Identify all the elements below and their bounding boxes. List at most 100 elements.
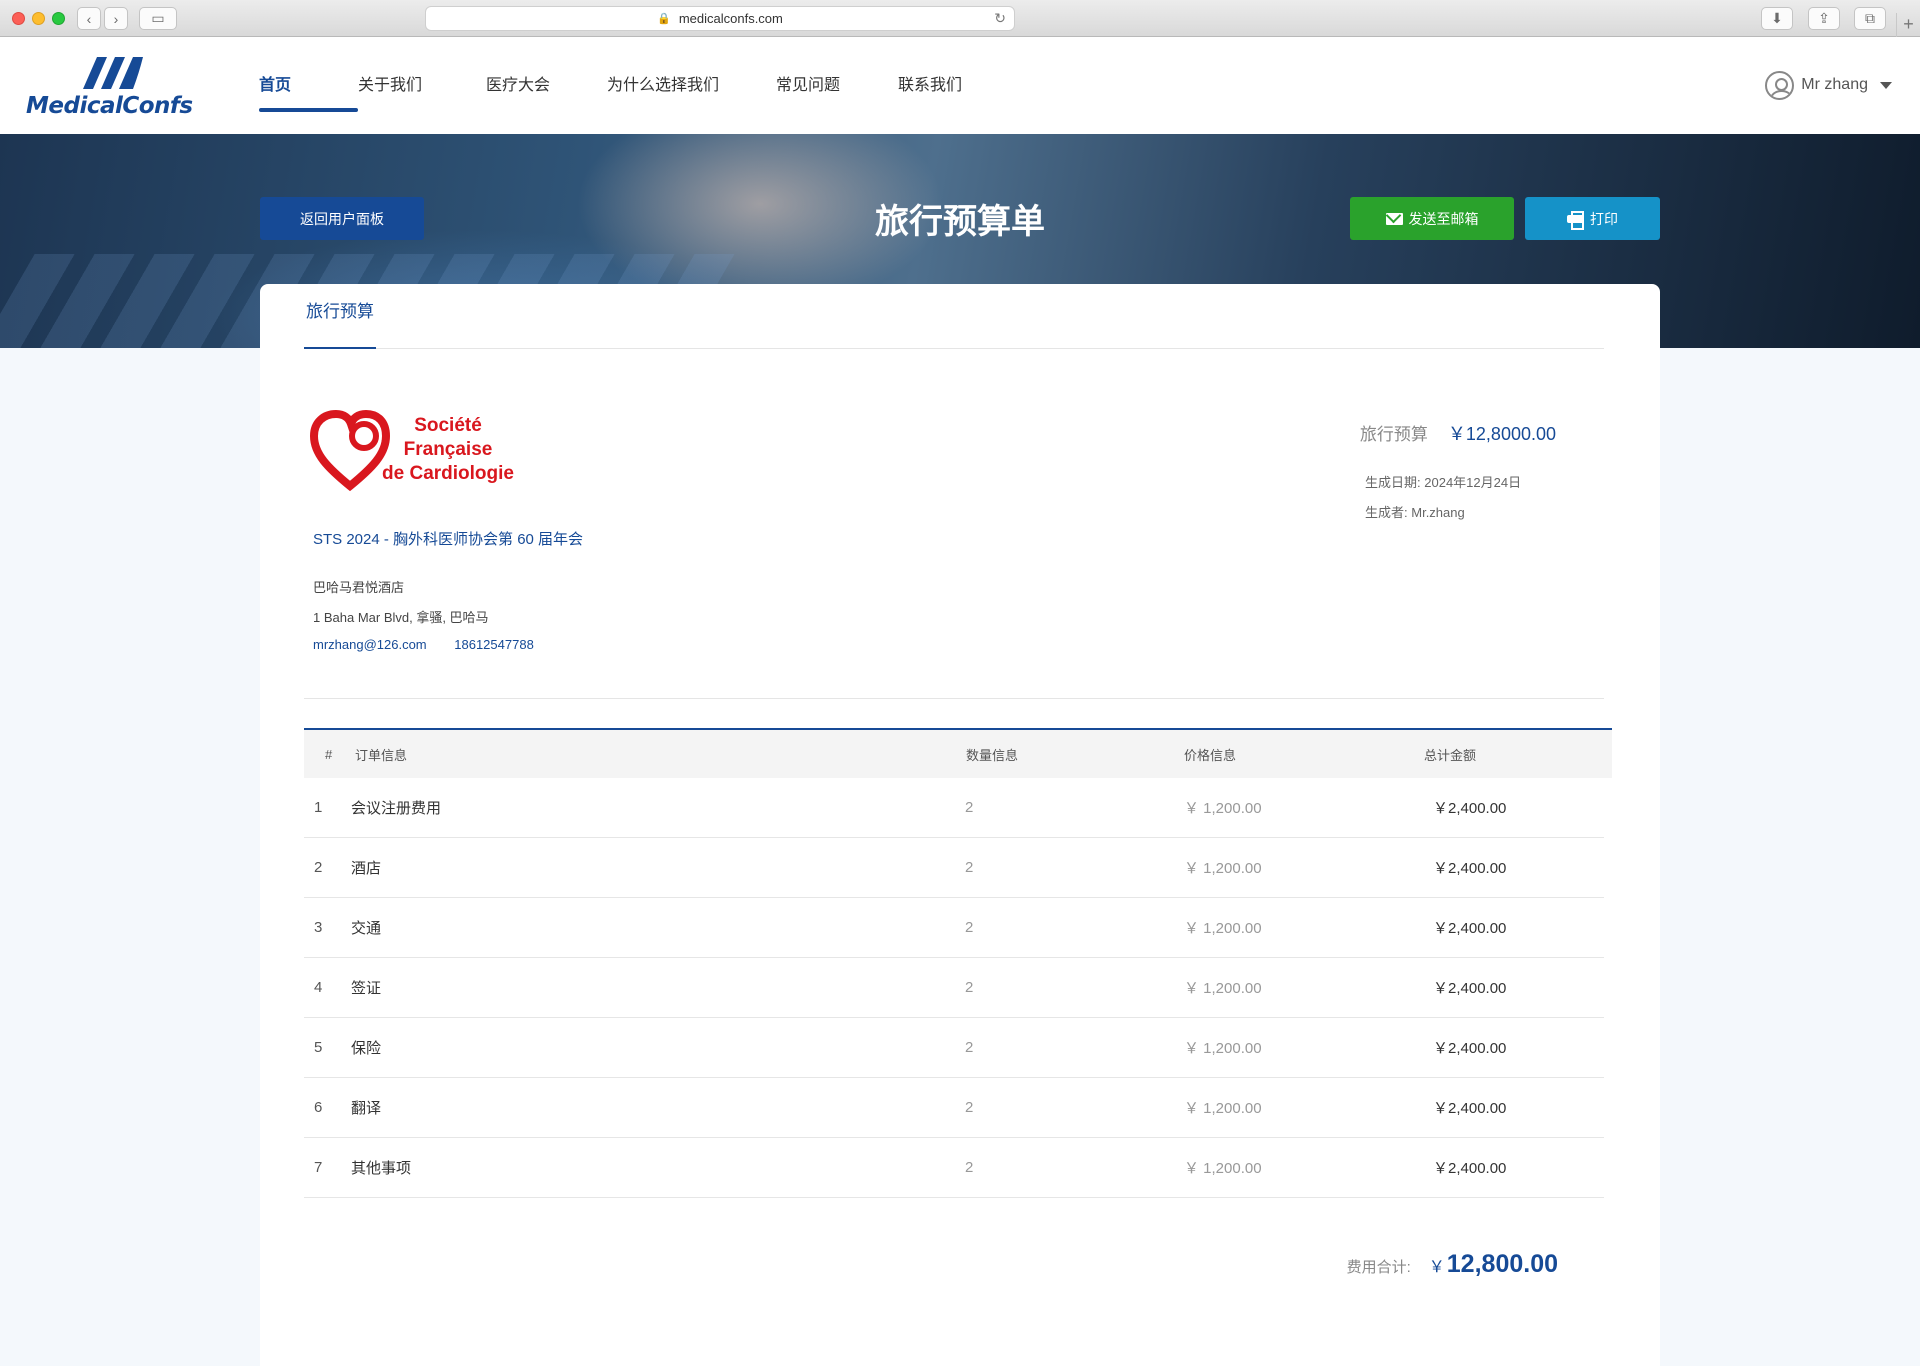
table-row: 1 会议注册费用 2 ￥ 1,200.00 ￥2,400.00 [304,778,1604,838]
row-num: 7 [314,1159,323,1176]
table-row: 5 保险 2 ￥ 1,200.00 ￥2,400.00 [304,1018,1604,1078]
row-total: ￥2,400.00 [1433,980,1507,997]
table-header: # 订单信息 数量信息 价格信息 总计金额 [304,728,1612,778]
back-nav-button[interactable]: ‹ [77,7,101,30]
organizer-name-line-3: de Cardiologie [382,463,514,484]
grand-total: 费用合计: ￥ 12,800.00 [1347,1250,1558,1279]
row-total: ￥2,400.00 [1433,1100,1507,1117]
row-total: ￥2,400.00 [1433,1040,1507,1057]
row-name: 酒店 [351,860,382,877]
share-icon: ⇪ [1818,10,1830,26]
user-avatar-icon [1765,70,1795,100]
generated-by-label: 生成者: [1365,505,1408,520]
grand-total-label: 费用合计: [1346,1259,1411,1276]
new-tab-button[interactable]: + [1896,13,1920,37]
row-price: ￥ 1,200.00 [1184,1040,1262,1057]
budget-card: 旅行预算 Société Française de Cardiologie ST… [260,284,1660,1366]
downloads-button[interactable]: ⬇ [1761,7,1793,30]
site-logo[interactable]: MedicalConfs [26,53,201,123]
nav-item-why-us[interactable]: 为什么选择我们 [607,37,776,134]
hotel-address: 1 Baha Mar Blvd, 拿骚, 巴哈马 [313,610,489,625]
plus-icon: + [1903,14,1914,34]
maximize-window-button[interactable] [52,12,65,25]
download-icon: ⬇ [1771,10,1783,26]
row-qty: 2 [965,1159,974,1176]
row-qty: 2 [965,1099,974,1116]
row-total: ￥2,400.00 [1433,920,1507,937]
reload-icon[interactable]: ↻ [994,10,1006,27]
header-qty: 数量信息 [966,747,1019,763]
envelope-icon [1385,212,1403,225]
row-num: 3 [314,919,323,936]
row-name: 保险 [351,1040,382,1057]
nav-item-contact[interactable]: 联系我们 [898,37,998,134]
tab-travel-budget[interactable]: 旅行预算 [304,284,376,349]
sidebar-toggle-button[interactable]: ▭ [139,7,177,30]
organizer-name-line-1: Société [414,415,482,436]
chevron-down-icon [1880,81,1892,89]
table-row: 7 其他事项 2 ￥ 1,200.00 ￥2,400.00 [304,1138,1604,1198]
send-to-email-button[interactable]: 发送至邮箱 [1350,197,1514,240]
header-name: 订单信息 [355,747,408,763]
row-qty: 2 [965,919,974,936]
budget-value: ￥12,8000.00 [1447,424,1556,444]
row-num: 5 [314,1039,323,1056]
row-price: ￥ 1,200.00 [1184,800,1262,817]
row-total: ￥2,400.00 [1433,860,1507,877]
row-name: 交通 [351,920,382,937]
organizer-name: Société Française de Cardiologie [368,414,528,486]
chevron-left-icon: ‹ [86,10,92,27]
organizer-name-line-2: Française [403,439,493,460]
table-row: 3 交通 2 ￥ 1,200.00 ￥2,400.00 [304,898,1604,958]
row-num: 2 [314,859,323,876]
grand-total-currency: ￥ [1428,1259,1445,1276]
generated-date: 生成日期: 2024年12月24日 [1365,472,1521,491]
printer-icon [1567,211,1584,230]
close-window-button[interactable] [12,12,25,25]
row-num: 6 [314,1099,323,1116]
send-to-email-label: 发送至邮箱 [1408,210,1479,227]
row-price: ￥ 1,200.00 [1184,860,1262,877]
row-qty: 2 [965,859,974,876]
header-num: # [325,746,333,762]
chevron-right-icon: › [113,10,119,27]
header-price: 价格信息 [1184,747,1237,763]
row-name: 会议注册费用 [351,800,442,817]
brand-mark-icon [83,57,143,89]
brand-name: MedicalConfs [26,93,193,119]
nav-item-faq[interactable]: 常见问题 [776,37,898,134]
table-row: 2 酒店 2 ￥ 1,200.00 ￥2,400.00 [304,838,1604,898]
forward-nav-button[interactable]: › [104,7,128,30]
share-button[interactable]: ⇪ [1808,7,1840,30]
contact-email[interactable]: mrzhang@126.com [313,637,427,652]
row-name: 签证 [351,980,382,997]
row-qty: 2 [965,1039,974,1056]
main-nav: 首页 关于我们 医疗大会 为什么选择我们 常见问题 联系我们 [259,37,998,134]
row-num: 4 [314,979,323,996]
address-bar[interactable]: 🔒 medicalconfs.com ↻ [425,6,1015,31]
row-price: ￥ 1,200.00 [1184,920,1262,937]
user-name: Mr zhang [1801,76,1868,93]
tabs-overview-button[interactable]: ⧉ [1854,7,1886,30]
budget-table: # 订单信息 数量信息 价格信息 总计金额 1 会议注册费用 2 ￥ 1,200… [304,728,1612,1198]
row-qty: 2 [965,979,974,996]
nav-item-conferences[interactable]: 医疗大会 [486,37,607,134]
table-row: 4 签证 2 ￥ 1,200.00 ￥2,400.00 [304,958,1604,1018]
browser-chrome: ‹ › ▭ 🔒 medicalconfs.com ↻ ⬇ ⇪ ⧉ + [0,0,1920,37]
nav-item-home[interactable]: 首页 [259,37,358,134]
row-total: ￥2,400.00 [1433,800,1507,817]
conference-title[interactable]: STS 2024 - 胸外科医师协会第 60 届年会 [313,528,583,549]
row-qty: 2 [965,799,974,816]
user-menu[interactable]: Mr zhang [1765,70,1892,100]
generated-date-value: 2024年12月24日 [1424,475,1522,490]
minimize-window-button[interactable] [32,12,45,25]
lock-icon: 🔒 [657,13,671,25]
sidebar-icon: ▭ [151,10,165,26]
hotel-name: 巴哈马君悦酒店 [313,580,405,595]
nav-item-about[interactable]: 关于我们 [358,37,486,134]
row-num: 1 [314,799,323,816]
section-divider [304,698,1604,699]
print-button[interactable]: 打印 [1525,197,1660,240]
grand-total-amount: 12,800.00 [1446,1250,1558,1278]
contact-phone[interactable]: 18612547788 [454,637,534,652]
